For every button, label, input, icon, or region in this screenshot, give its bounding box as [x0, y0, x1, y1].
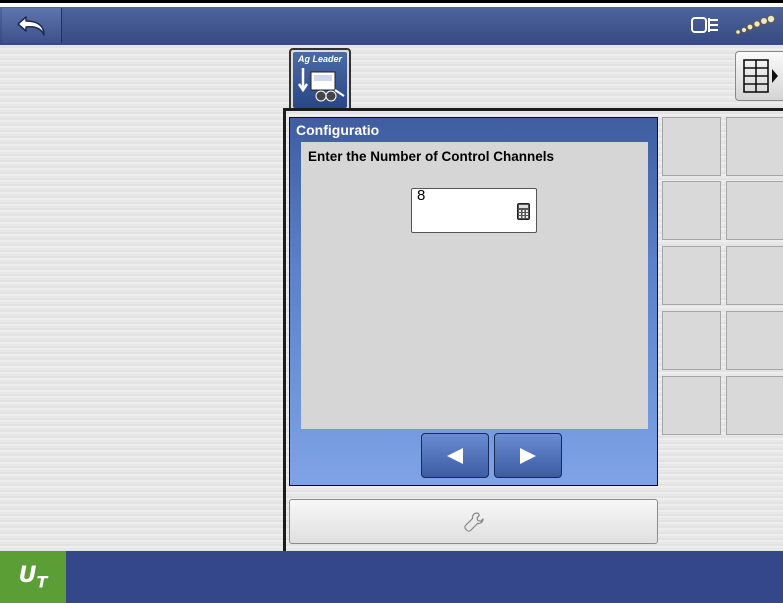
dialog-title: Configuratio: [296, 122, 380, 138]
signal-icon[interactable]: [733, 14, 777, 38]
previous-button[interactable]: [421, 433, 489, 478]
softkey-slot[interactable]: [726, 246, 783, 305]
tools-button[interactable]: [289, 499, 658, 544]
softkey-slot[interactable]: [662, 311, 721, 370]
back-button[interactable]: [2, 8, 62, 43]
wrench-icon: [463, 511, 484, 532]
softkey-slot[interactable]: [726, 181, 783, 240]
softkey-slot[interactable]: [726, 117, 783, 176]
dialog-prompt: Enter the Number of Control Channels: [308, 149, 555, 164]
softkey-slot[interactable]: [662, 117, 721, 176]
ut-logo-main: U: [18, 562, 37, 588]
ut-logo-text: UT: [19, 563, 48, 591]
arrow-left-icon: [447, 447, 463, 464]
top-bar: [0, 7, 783, 45]
arrow-right-icon: [520, 447, 536, 464]
grid-menu-icon: [742, 59, 778, 93]
softkey-slot[interactable]: [662, 376, 721, 435]
next-button[interactable]: [494, 433, 562, 478]
softkey-slot[interactable]: [726, 376, 783, 435]
app-tab-label: Ag Leader: [297, 54, 342, 64]
panel-divider: [283, 108, 286, 551]
softkey-slot[interactable]: [662, 246, 721, 305]
app-grid-button[interactable]: [735, 51, 783, 101]
calculator-icon: [517, 203, 530, 220]
back-arrow-icon: [16, 15, 45, 36]
status-area: [683, 7, 783, 45]
display-status-icon[interactable]: [690, 15, 720, 37]
top-border: [0, 0, 783, 3]
dialog-body: Enter the Number of Control Channels 8: [301, 142, 648, 429]
app-tab-ag-leader[interactable]: Ag Leader: [289, 48, 351, 110]
planter-icon: [297, 68, 345, 102]
app-tab-face: Ag Leader: [293, 52, 347, 108]
control-channels-input[interactable]: 8: [411, 187, 537, 233]
ut-logo-sub: T: [36, 572, 48, 592]
bottom-bar: UT: [0, 551, 783, 603]
softkey-grid: [662, 117, 783, 435]
tab-divider: [283, 108, 783, 111]
control-channels-value: 8: [417, 187, 426, 204]
softkey-slot[interactable]: [662, 181, 721, 240]
configuration-dialog: Configuratio Enter the Number of Control…: [289, 117, 658, 486]
softkey-slot[interactable]: [726, 311, 783, 370]
universal-terminal-logo[interactable]: UT: [0, 551, 66, 603]
